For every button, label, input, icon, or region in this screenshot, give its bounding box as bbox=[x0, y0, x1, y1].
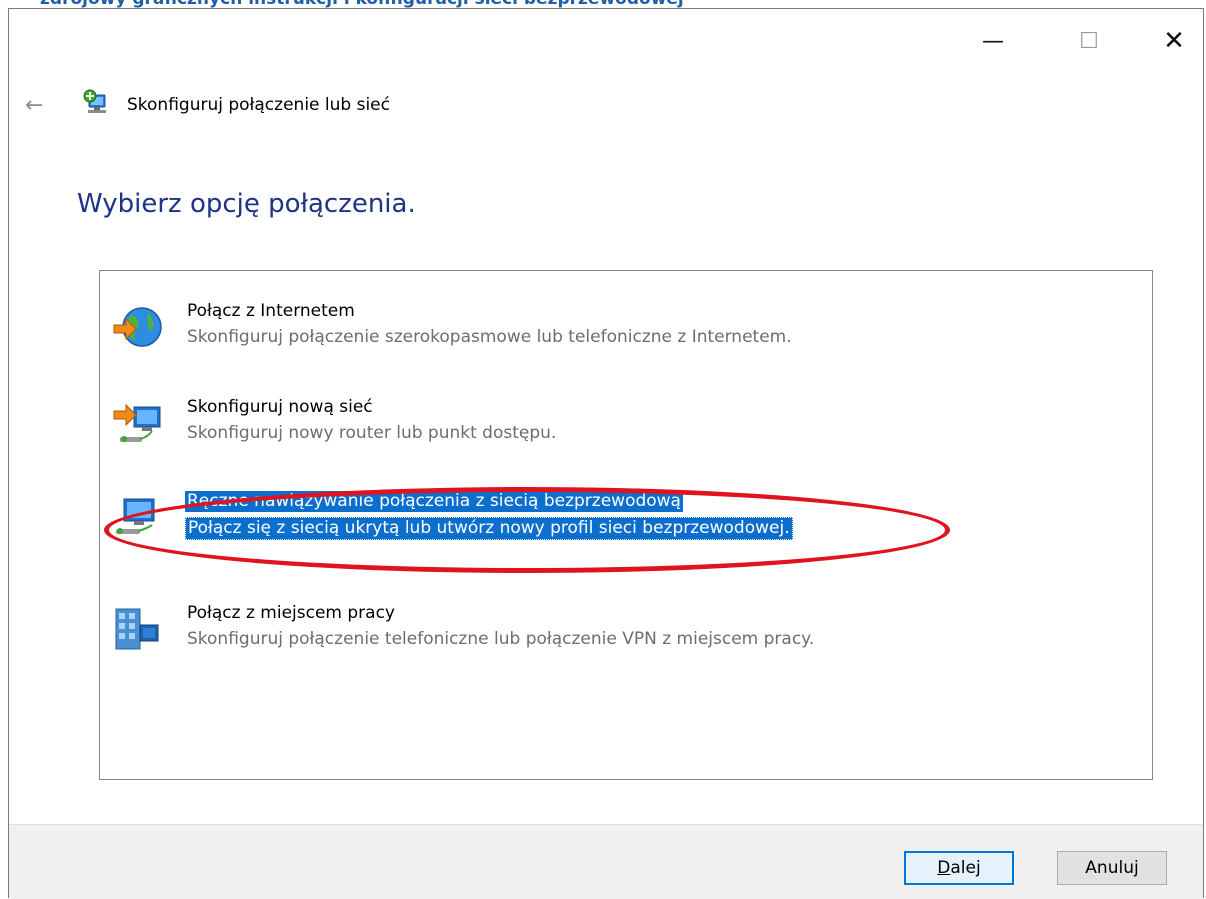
option-setup-new-network[interactable]: Skonfiguruj nową sieć Skonfiguruj nowy r… bbox=[100, 393, 1152, 463]
option-description: Skonfiguruj nowy router lub punkt dostęp… bbox=[187, 423, 557, 443]
maximize-button[interactable]: ☐ bbox=[1069, 23, 1109, 59]
cancel-button[interactable]: Anuluj bbox=[1057, 851, 1167, 885]
next-button[interactable]: Dalej bbox=[904, 851, 1014, 885]
back-arrow-icon[interactable]: ← bbox=[25, 93, 43, 118]
workplace-vpn-icon bbox=[115, 608, 159, 650]
wireless-network-icon bbox=[116, 498, 155, 534]
option-title: Połącz z miejscem pracy bbox=[187, 603, 395, 623]
new-network-icon bbox=[113, 403, 161, 442]
minimize-button[interactable]: — bbox=[973, 23, 1013, 59]
option-connect-workplace[interactable]: Połącz z miejscem pracy Skonfiguruj połą… bbox=[100, 599, 1152, 669]
option-manual-wireless[interactable]: Ręczne nawiązywanie połączenia z siecią … bbox=[100, 487, 1152, 557]
window-title: Skonfiguruj połączenie lub sieć bbox=[127, 95, 390, 115]
option-title: Ręczne nawiązywanie połączenia z siecią … bbox=[185, 491, 683, 512]
next-button-mnemonic: D bbox=[937, 858, 951, 878]
option-description: Skonfiguruj połączenie szerokopasmowe lu… bbox=[187, 327, 792, 347]
option-connect-internet[interactable]: Połącz z Internetem Skonfiguruj połączen… bbox=[100, 297, 1152, 367]
connection-wizard-window: — ☐ ✕ ← Skonfiguruj połączenie lub sieć … bbox=[8, 8, 1204, 899]
option-title: Skonfiguruj nową sieć bbox=[187, 397, 373, 417]
network-setup-icon bbox=[83, 89, 106, 113]
globe-connect-icon bbox=[113, 307, 162, 347]
page-heading: Wybierz opcję połączenia. bbox=[77, 189, 416, 219]
close-button[interactable]: ✕ bbox=[1154, 23, 1194, 59]
next-button-label: alej bbox=[950, 858, 981, 878]
option-description: Skonfiguruj połączenie telefoniczne lub … bbox=[187, 629, 815, 649]
connection-options-list: Połącz z Internetem Skonfiguruj połączen… bbox=[99, 270, 1153, 780]
option-description: Połącz się z siecią ukrytą lub utwórz no… bbox=[185, 517, 793, 540]
option-title: Połącz z Internetem bbox=[187, 301, 355, 321]
wizard-footer: Dalej Anuluj bbox=[9, 824, 1203, 899]
